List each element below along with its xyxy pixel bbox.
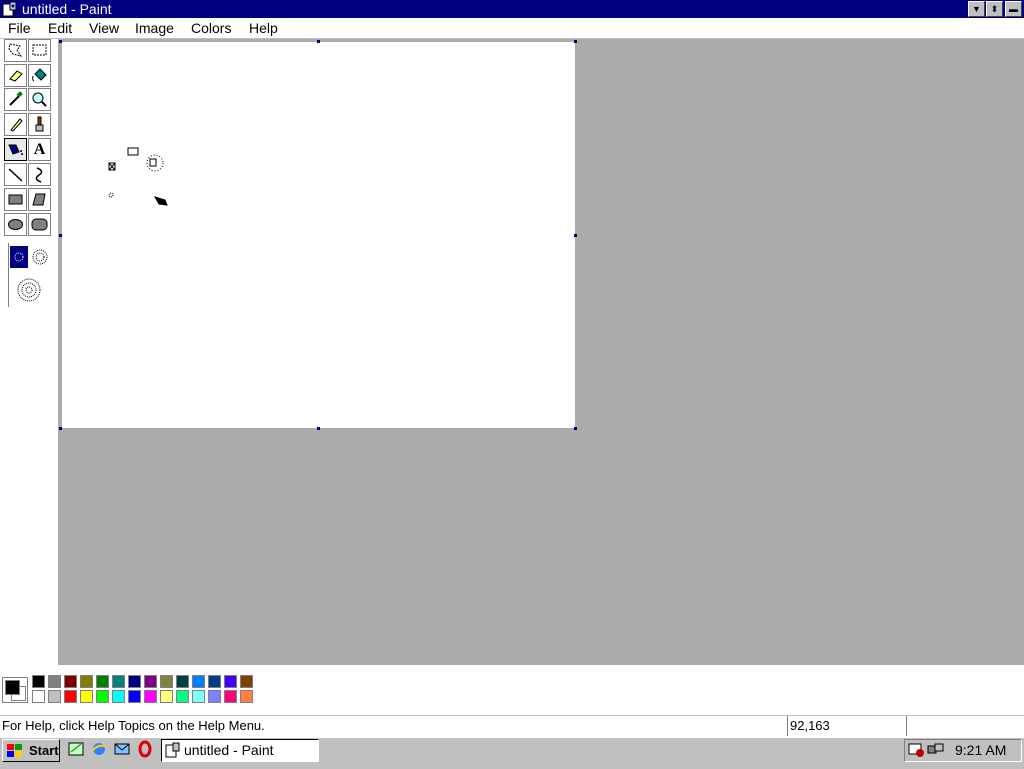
- menu-edit[interactable]: Edit: [48, 19, 72, 37]
- spray-size-medium[interactable]: [30, 246, 50, 268]
- toolbox: A: [0, 39, 58, 665]
- menu-help[interactable]: Help: [249, 19, 278, 37]
- curve-icon[interactable]: [28, 163, 51, 186]
- resize-handle-right[interactable]: [574, 234, 577, 237]
- palette-swatch[interactable]: [144, 690, 157, 703]
- current-colors: [2, 677, 28, 703]
- free-form-select-icon[interactable]: [4, 39, 27, 62]
- menu-colors-label: Colors: [191, 20, 232, 36]
- resize-handle: [59, 427, 62, 430]
- magnifier-icon[interactable]: [28, 88, 51, 111]
- palette-swatch[interactable]: [208, 690, 221, 703]
- status-help-text: For Help, click Help Topics on the Help …: [2, 718, 265, 733]
- foreground-color: [5, 680, 20, 695]
- menu-help-label: Help: [249, 20, 278, 36]
- paint-app-icon[interactable]: [2, 1, 18, 17]
- palette-swatch[interactable]: [176, 690, 189, 703]
- rounded-rectangle-icon[interactable]: [28, 213, 51, 236]
- system-tray: 9:21 AM: [904, 739, 1022, 762]
- text-tool[interactable]: A: [28, 138, 51, 161]
- taskbar-paint-label: untitled - Paint: [184, 742, 274, 758]
- system-menu-button[interactable]: ▬: [1005, 1, 1022, 17]
- menu-colors[interactable]: Colors: [191, 19, 231, 37]
- ellipse-icon[interactable]: [4, 213, 27, 236]
- internet-explorer-icon[interactable]: [90, 740, 108, 758]
- menu-file-label: File: [8, 20, 31, 36]
- windows-logo-icon: [6, 743, 24, 762]
- status-divider: [906, 716, 907, 736]
- fill-icon[interactable]: [28, 64, 51, 87]
- palette-swatch[interactable]: [160, 675, 173, 688]
- palette-swatch[interactable]: [128, 690, 141, 703]
- eraser-icon[interactable]: [4, 64, 27, 87]
- spray-size-large[interactable]: [16, 277, 42, 303]
- palette-swatch[interactable]: [96, 675, 109, 688]
- menu-edit-label: Edit: [48, 20, 73, 36]
- palette-swatch[interactable]: [112, 690, 125, 703]
- palette-swatch[interactable]: [64, 675, 77, 688]
- palette-swatch[interactable]: [192, 690, 205, 703]
- pencil-icon[interactable]: [4, 113, 27, 136]
- menu-image[interactable]: Image: [135, 19, 174, 37]
- palette-swatch[interactable]: [64, 690, 77, 703]
- menu-view[interactable]: View: [89, 19, 119, 37]
- palette-swatch[interactable]: [80, 675, 93, 688]
- palette-swatch[interactable]: [192, 675, 205, 688]
- menu-view-label: View: [89, 20, 120, 36]
- title-bar: untitled - Paint ▼ ⬍ ▬: [0, 0, 1024, 18]
- palette-swatch[interactable]: [96, 690, 109, 703]
- palette-swatch[interactable]: [160, 690, 173, 703]
- airbrush-icon[interactable]: [4, 138, 27, 161]
- resize-handle: [59, 234, 62, 237]
- clock[interactable]: 9:21 AM: [955, 742, 1006, 758]
- resize-handle: [317, 40, 320, 43]
- palette-swatch[interactable]: [144, 675, 157, 688]
- restore-button[interactable]: ⬍: [986, 1, 1003, 17]
- text-icon: A: [33, 141, 46, 158]
- outlook-express-icon[interactable]: [113, 740, 131, 758]
- taskbar-paint-button[interactable]: untitled - Paint: [161, 739, 319, 762]
- line-icon[interactable]: [4, 163, 27, 186]
- palette-swatch[interactable]: [112, 675, 125, 688]
- menu-file[interactable]: File: [8, 19, 31, 37]
- brush-icon[interactable]: [28, 113, 51, 136]
- rectangle-icon[interactable]: [4, 188, 27, 211]
- network-icon[interactable]: [927, 742, 945, 761]
- palette-swatch[interactable]: [240, 690, 253, 703]
- palette-swatch[interactable]: [32, 690, 45, 703]
- palette-swatch[interactable]: [224, 675, 237, 688]
- palette-swatch[interactable]: [80, 690, 93, 703]
- status-divider: [787, 716, 788, 736]
- show-desktop-icon[interactable]: [67, 740, 85, 758]
- palette-swatch[interactable]: [208, 675, 221, 688]
- palette-swatch[interactable]: [48, 675, 61, 688]
- spray-size-small[interactable]: [10, 246, 28, 268]
- resize-handle: [574, 40, 577, 43]
- polygon-icon[interactable]: [28, 188, 51, 211]
- paint-app-icon: [165, 742, 181, 761]
- cursor-coordinates: 92,163: [790, 718, 830, 733]
- palette-swatch[interactable]: [32, 675, 45, 688]
- drawing-canvas[interactable]: [62, 42, 575, 428]
- tool-options: [8, 243, 51, 307]
- menu-bar: File Edit View Image Colors Help: [0, 18, 1024, 39]
- menu-image-label: Image: [135, 20, 174, 36]
- resize-handle: [59, 40, 62, 43]
- palette-swatch[interactable]: [240, 675, 253, 688]
- start-label: Start: [29, 743, 59, 758]
- palette-swatch[interactable]: [48, 690, 61, 703]
- pick-color-icon[interactable]: [4, 88, 27, 111]
- resize-handle-bottom[interactable]: [317, 427, 320, 430]
- palette-swatch[interactable]: [224, 690, 237, 703]
- select-icon[interactable]: [28, 39, 51, 62]
- start-button[interactable]: Start: [2, 739, 60, 762]
- minimize-button[interactable]: ▼: [968, 1, 985, 17]
- palette-swatch[interactable]: [128, 675, 141, 688]
- opera-icon[interactable]: [136, 740, 154, 758]
- palette-swatch[interactable]: [176, 675, 189, 688]
- window-title: untitled - Paint: [22, 1, 112, 17]
- resize-handle-corner[interactable]: [574, 427, 577, 430]
- scheduler-icon[interactable]: [908, 742, 926, 761]
